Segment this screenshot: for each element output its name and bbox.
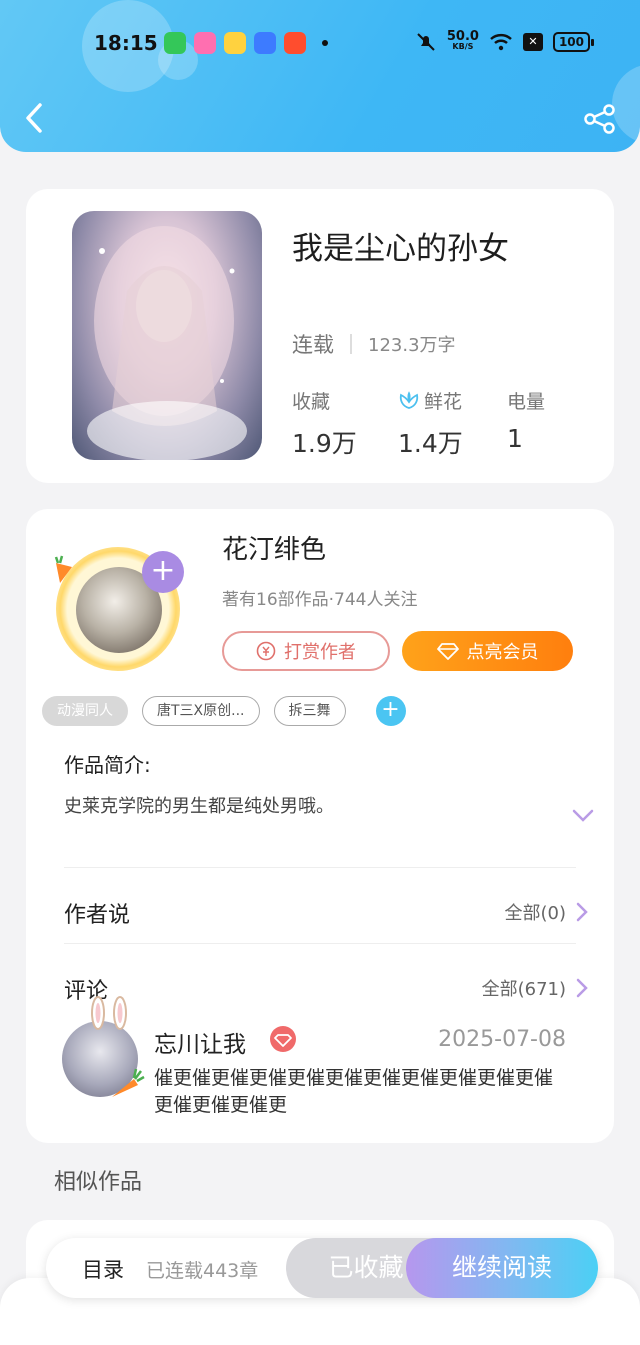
author-says-all-link[interactable]: 全部(0) [505,899,589,925]
book-meta: 连载 123.3万字 [292,329,456,359]
stat-power[interactable]: 电量 1 [507,387,545,453]
sim-icon: ✕ [522,33,543,51]
author-name[interactable]: 花汀绯色 [222,529,326,566]
diamond-icon [436,643,459,660]
book-info-card: 我是尘心的孙女 连载 123.3万字 收藏 1.9万 鲜花 1.4万 电量 1 [26,189,614,483]
status-bar: 18:15 50.0 KB/S ✕ 100 [0,28,640,58]
chevron-down-icon[interactable] [572,809,594,823]
comment-text: 催更催更催更催更催更催更催更催更催更催更催更催更催更催更 [154,1067,554,1116]
stat-label: 电量 [507,391,546,413]
book-title: 我是尘心的孙女 [292,231,509,267]
app-notification-icon [224,32,246,54]
divider [350,334,352,354]
comments-all-label: 全部(671) [481,979,566,1000]
stat-flowers[interactable]: 鲜花 1.4万 [398,387,463,460]
intro-text: 史莱克学院的男生都是纯处男哦。 [64,796,334,817]
author-says-all-label: 全部(0) [504,903,567,924]
app-notification-icon [254,32,276,54]
add-tag-button[interactable]: + [375,696,406,726]
stat-value: 1.4万 [398,429,463,458]
battery-indicator: 100 [552,32,595,52]
detail-card: + 花汀绯色 著有16部作品·744人关注 打赏作者 点亮会员 动漫同人 唐T三… [26,509,614,1143]
tag-item[interactable]: 拆三舞 [273,696,346,726]
more-notifications-icon [322,40,328,46]
toc-button[interactable]: 目录 [82,1254,124,1284]
tag-item[interactable]: 唐T三X原创... [142,696,260,726]
bottom-action-bar: 目录 已连载443章 已收藏 继续阅读 [46,1238,598,1298]
app-notification-icon [164,32,186,54]
chevron-right-icon [576,902,588,922]
book-cover[interactable] [72,211,262,460]
diamond-icon [274,1034,292,1047]
carrot-icon [54,555,72,583]
net-speed-value: 50.0 [446,29,479,44]
vip-button[interactable]: 点亮会员 [402,631,573,671]
net-speed-unit: KB/S [452,42,474,51]
coin-icon [256,641,276,661]
comments-all-link[interactable]: 全部(671) [482,975,588,1001]
comment-date: 2025-07-08 [438,1027,566,1052]
tag-item[interactable]: 动漫同人 [42,696,128,726]
author-says-title: 作者说 [64,903,131,928]
vip-badge-icon [270,1026,296,1052]
net-speed: 50.0 KB/S [446,29,479,52]
word-count: 123.3万字 [368,335,456,356]
bunny-ears-icon [91,996,127,1030]
flower-icon [399,390,419,409]
status-time: 18:15 [94,31,158,55]
share-icon[interactable] [584,104,616,134]
app-notification-icon [284,32,306,54]
similar-works-title: 相似作品 [54,1170,143,1195]
stat-label-row: 鲜花 [398,387,463,414]
vip-label: 点亮会员 [466,642,539,663]
commenter-name[interactable]: 忘川让我 [154,1025,246,1059]
back-icon[interactable] [24,102,44,134]
intro-title: 作品简介: [64,753,151,777]
tag-list: 动漫同人 唐T三X原创... 拆三舞 + [42,696,406,726]
mute-icon [417,33,435,51]
tip-author-label: 打赏作者 [284,642,356,663]
stat-value: 1 [507,424,523,453]
follow-author-button[interactable]: + [142,551,184,593]
stat-label: 收藏 [292,391,331,413]
continue-reading-button[interactable]: 继续阅读 [406,1238,598,1298]
wifi-icon [490,34,512,51]
stat-value: 1.9万 [292,429,357,458]
divider [64,943,576,944]
carrot-icon [112,1068,145,1097]
divider [64,867,576,868]
stat-collect: 收藏 1.9万 [292,387,357,460]
stat-label: 鲜花 [424,391,463,413]
header: 18:15 50.0 KB/S ✕ 100 [0,0,640,152]
tip-author-button[interactable]: 打赏作者 [222,631,390,671]
system-icons: 50.0 KB/S ✕ 100 [415,29,595,52]
decor-bubble [612,64,640,144]
author-meta: 著有16部作品·744人关注 [222,590,418,610]
chapter-count[interactable]: 已连载443章 [146,1256,258,1283]
cover-illustration [87,226,247,460]
chevron-right-icon [576,978,588,998]
notification-icons [164,32,328,54]
serial-status: 连载 [292,333,334,357]
app-notification-icon [194,32,216,54]
